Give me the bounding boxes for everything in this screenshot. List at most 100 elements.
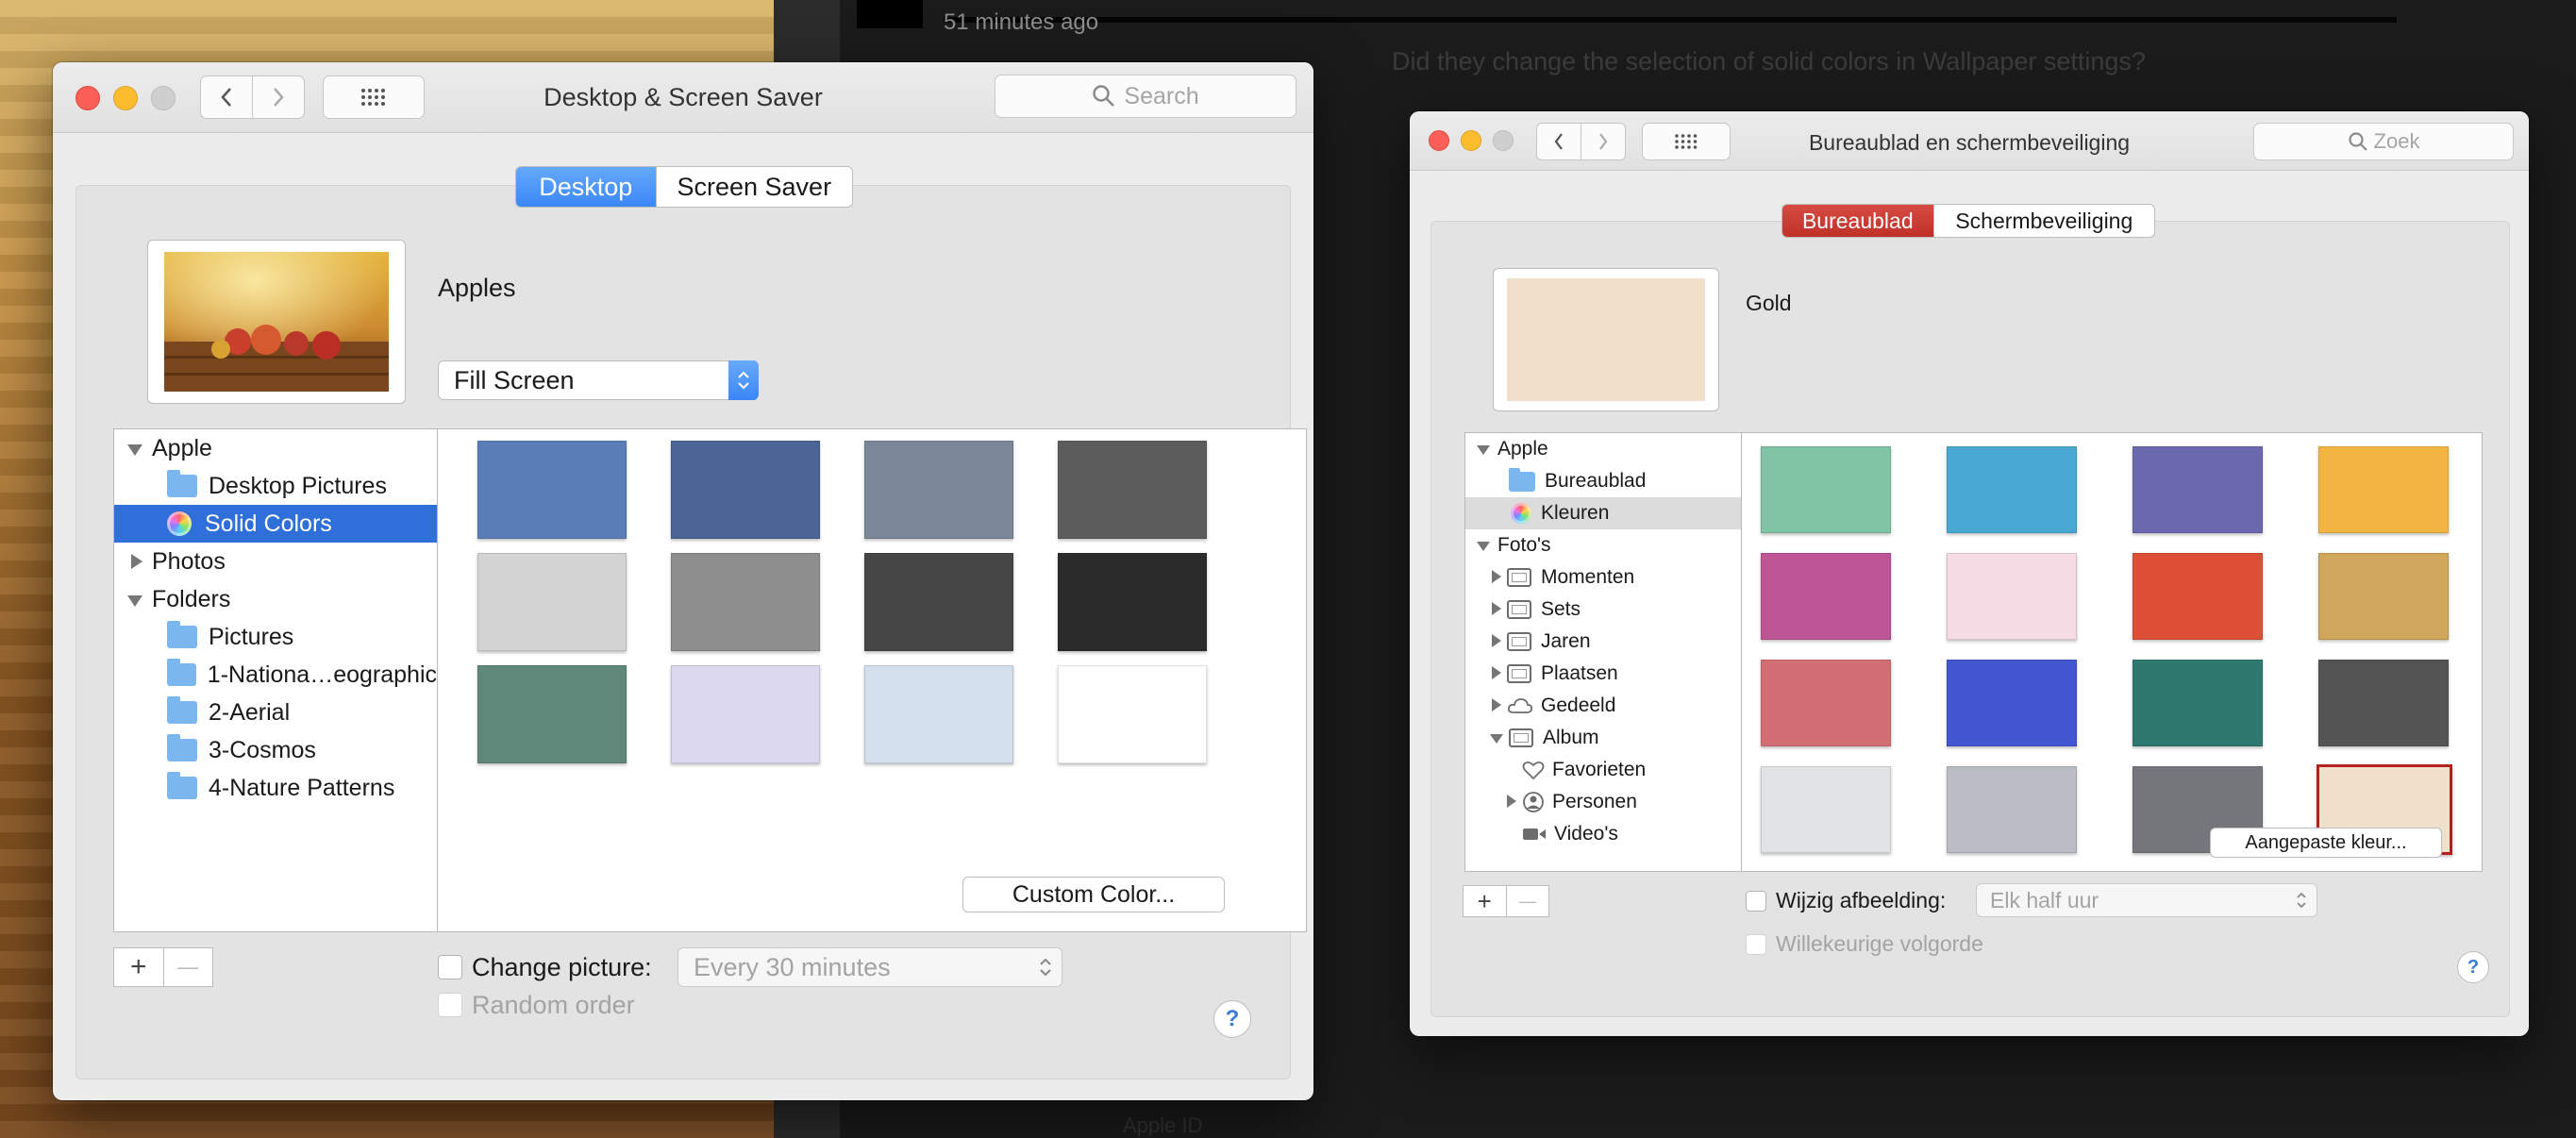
tree-row-album-item[interactable]: Favorieten (1465, 754, 1741, 786)
tree-row-folders[interactable]: Folders (114, 580, 437, 618)
color-swatch[interactable] (1947, 766, 2077, 853)
color-swatch[interactable] (1761, 766, 1891, 853)
color-swatch[interactable] (1761, 446, 1891, 533)
color-swatch[interactable] (671, 665, 820, 763)
tree-row-folder-item[interactable]: Pictures (114, 618, 437, 656)
disclosure-right-icon[interactable] (1492, 570, 1501, 583)
change-interval-select[interactable]: Every 30 minutes (677, 947, 1062, 987)
color-swatch[interactable] (1947, 553, 2077, 640)
tree-row-folder-item[interactable]: 4-Nature Patterns (114, 769, 437, 807)
change-interval-select[interactable]: Elk half uur (1976, 883, 2317, 917)
tree-row-apple[interactable]: Apple (1465, 433, 1741, 465)
tree-row-desktop-pictures[interactable]: Desktop Pictures (114, 467, 437, 505)
tree-row-folder-item[interactable]: 2-Aerial (114, 694, 437, 731)
disclosure-down-icon[interactable] (1490, 734, 1503, 744)
tree-row-photo-item[interactable]: Momenten (1465, 561, 1741, 594)
background-question: Did they change the selection of solid c… (1392, 47, 2146, 75)
disclosure-right-icon[interactable] (1492, 602, 1501, 615)
remove-folder-button[interactable]: — (1507, 886, 1549, 916)
disclosure-right-icon[interactable] (1492, 698, 1501, 711)
disclosure-right-icon[interactable] (1507, 795, 1516, 808)
add-folder-button[interactable]: + (1464, 886, 1507, 916)
color-swatch[interactable] (2318, 446, 2449, 533)
color-wheel-icon (1511, 503, 1531, 524)
custom-color-button[interactable]: Custom Color... (962, 877, 1225, 912)
random-order-checkbox[interactable] (438, 993, 462, 1017)
tree-row-photo-item[interactable]: Jaren (1465, 626, 1741, 658)
tab-schermbeveiliging[interactable]: Schermbeveiliging (1932, 205, 2154, 237)
tree-row-solid-colors[interactable]: Solid Colors (114, 505, 437, 543)
folder-icon (167, 621, 197, 648)
tree-row-photo-item[interactable]: Sets (1465, 594, 1741, 626)
color-swatch[interactable] (1761, 660, 1891, 746)
color-swatch[interactable] (1947, 660, 2077, 746)
color-swatch[interactable] (864, 665, 1013, 763)
search-field[interactable]: Zoek (2253, 123, 2514, 160)
source-list: Apple Desktop Pictures Solid Colors Phot… (113, 428, 438, 932)
stack-icon (1507, 600, 1531, 619)
tree-label-photo-item: Gedeeld (1541, 695, 1616, 716)
color-swatch[interactable] (477, 553, 627, 651)
change-picture-checkbox[interactable] (438, 955, 462, 979)
disclosure-right-icon[interactable] (131, 553, 142, 569)
color-swatch[interactable] (1058, 665, 1207, 763)
remove-folder-button[interactable]: — (164, 948, 213, 986)
disclosure-down-icon[interactable] (1477, 542, 1490, 551)
background-timestamp: 51 minutes ago (944, 9, 1099, 35)
color-swatch[interactable] (477, 441, 627, 539)
color-swatch[interactable] (1058, 553, 1207, 651)
tree-row-folder-item[interactable]: 1-Nationa…eographic (114, 656, 437, 694)
color-swatch[interactable] (1947, 446, 2077, 533)
color-swatch[interactable] (671, 441, 820, 539)
tab-screen-saver[interactable]: Screen Saver (655, 167, 852, 207)
change-picture-checkbox[interactable] (1746, 891, 1766, 912)
folder-icon (167, 734, 197, 761)
source-list: Apple Bureaublad Kleuren Foto's Momenten… (1464, 432, 1742, 872)
disclosure-right-icon[interactable] (1492, 634, 1501, 647)
tree-row-album-item[interactable]: Video's (1465, 818, 1741, 850)
color-swatch[interactable] (2318, 660, 2449, 746)
disclosure-down-icon[interactable] (1477, 445, 1490, 455)
disclosure-down-icon[interactable] (127, 594, 142, 607)
stack-icon (1507, 568, 1531, 587)
stack-icon (1507, 664, 1531, 683)
tab-bureaublad[interactable]: Bureaublad (1782, 205, 1933, 237)
tree-row-photo-item[interactable]: Plaatsen (1465, 658, 1741, 690)
help-button[interactable]: ? (1213, 1000, 1251, 1038)
folder-icon (1509, 467, 1535, 492)
add-folder-button[interactable]: + (114, 948, 164, 986)
wallpaper-name: Gold (1746, 291, 1792, 315)
tree-row-photos[interactable]: Photos (114, 543, 437, 580)
background-bottom-text: Apple ID (1123, 1113, 1203, 1137)
folder-icon (167, 772, 197, 799)
disclosure-down-icon[interactable] (127, 443, 142, 456)
tab-desktop[interactable]: Desktop (516, 167, 656, 207)
tree-row-fotos[interactable]: Foto's (1465, 529, 1741, 561)
color-swatch[interactable] (2133, 660, 2263, 746)
color-swatch[interactable] (1761, 553, 1891, 640)
tree-row-bureaublad[interactable]: Bureaublad (1465, 465, 1741, 497)
color-swatch[interactable] (671, 553, 820, 651)
random-order-checkbox[interactable] (1746, 934, 1766, 955)
color-swatch[interactable] (2133, 553, 2263, 640)
color-swatch[interactable] (2318, 553, 2449, 640)
tree-row-photo-item[interactable]: Gedeeld (1465, 690, 1741, 722)
disclosure-right-icon[interactable] (1492, 666, 1501, 679)
color-swatch[interactable] (864, 553, 1013, 651)
fill-mode-select[interactable]: Fill Screen (438, 360, 759, 400)
tree-label-bureaublad: Bureaublad (1545, 470, 1647, 492)
search-field[interactable]: Search (995, 75, 1296, 118)
custom-color-button[interactable]: Aangepaste kleur... (2210, 828, 2442, 858)
help-button[interactable]: ? (2457, 951, 2489, 983)
tree-row-folder-item[interactable]: 3-Cosmos (114, 731, 437, 769)
color-swatch[interactable] (864, 441, 1013, 539)
desktop-screensaver-window: Desktop & Screen Saver Search Desktop Sc… (53, 62, 1313, 1100)
tree-row-apple[interactable]: Apple (114, 429, 437, 467)
color-swatch[interactable] (477, 665, 627, 763)
tree-row-album-item[interactable]: Personen (1465, 786, 1741, 818)
color-swatch[interactable] (2133, 446, 2263, 533)
tree-row-photo-item[interactable]: Album (1465, 722, 1741, 754)
fill-mode-value: Fill Screen (454, 365, 575, 394)
tree-row-kleuren[interactable]: Kleuren (1465, 497, 1741, 529)
color-swatch[interactable] (1058, 441, 1207, 539)
